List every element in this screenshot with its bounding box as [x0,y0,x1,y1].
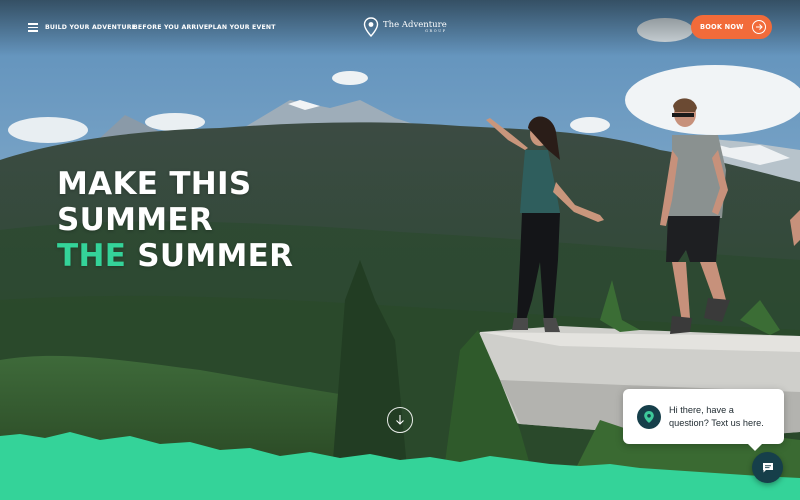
chat-icon[interactable] [752,452,783,483]
top-navigation-bar: BUILD YOUR ADVENTURE BEFORE YOU ARRIVE P… [0,0,800,56]
headline-line-1: MAKE THIS [57,166,252,202]
headline-line-3: THE SUMMER [57,238,293,274]
brand-logo[interactable]: The Adventure GROUP [363,17,447,37]
hamburger-menu-icon[interactable] [28,23,38,32]
hero-headline: MAKE THIS SUMMER THE SUMMER [57,166,293,274]
book-now-button[interactable]: BOOK NOW [691,15,772,39]
chat-popup[interactable]: Hi there, have a question? Text us here. [623,389,784,451]
logo-title: The Adventure [383,19,447,30]
headline-line-2: SUMMER [57,202,214,238]
headline-accent-word: THE [57,238,127,274]
nav-link-plan-your-event[interactable]: PLAN YOUR EVENT [208,24,276,31]
logo-subtitle: GROUP [425,29,447,33]
headline-line-3-rest: SUMMER [126,238,294,274]
nav-link-build-your-adventure[interactable]: BUILD YOUR ADVENTURE [45,24,136,31]
chat-pin-icon [637,404,661,429]
arrow-right-circle-icon [752,20,766,34]
chat-message: Hi there, have a question? Text us here. [669,404,764,428]
book-now-label: BOOK NOW [700,23,744,31]
nav-link-before-you-arrive[interactable]: BEFORE YOU ARRIVE [133,24,208,31]
map-pin-icon [363,17,379,37]
